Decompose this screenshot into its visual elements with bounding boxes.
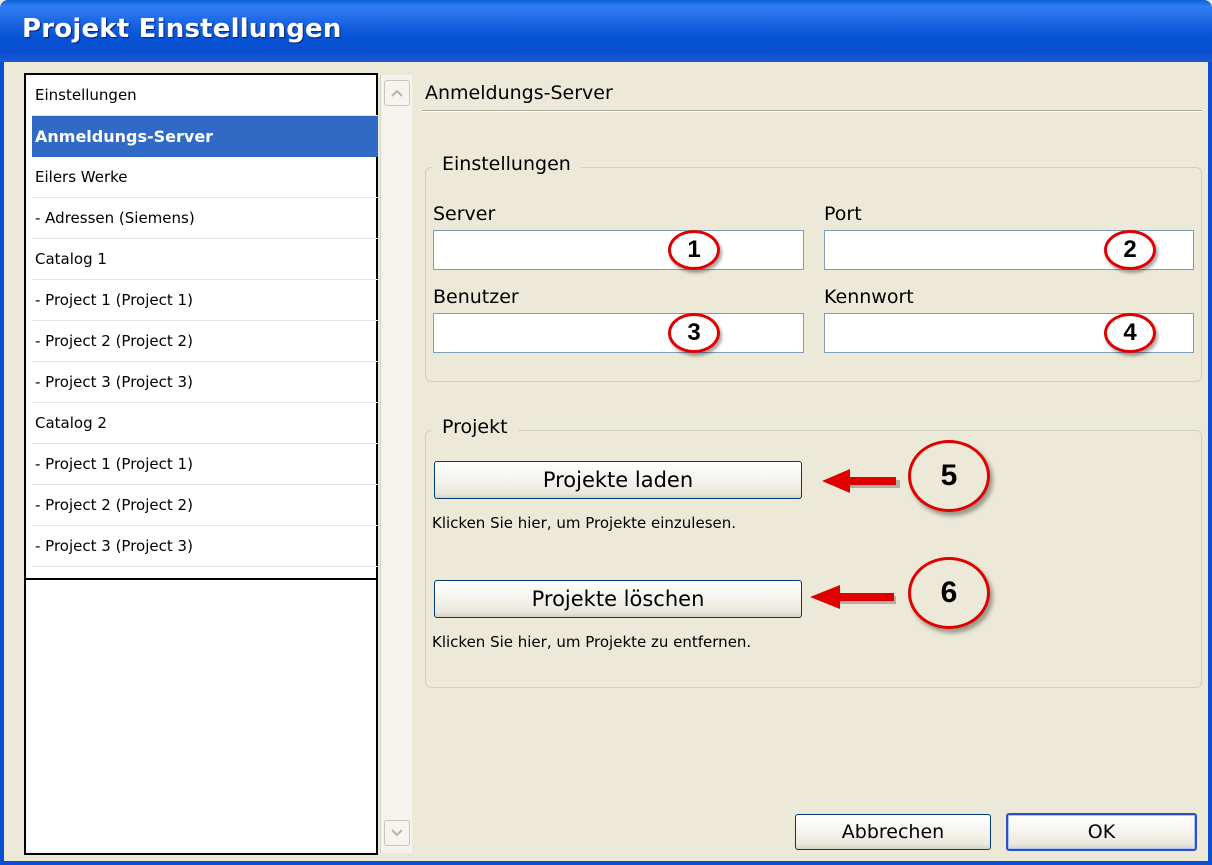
annotation-marker-2: 2 <box>1104 230 1156 270</box>
port-label: Port <box>824 203 862 225</box>
password-label: Kennwort <box>824 286 914 308</box>
user-input[interactable] <box>433 313 804 353</box>
user-label: Benutzer <box>433 286 519 308</box>
nav-item-catalog2-project-1[interactable]: - Project 1 (Project 1) <box>32 444 378 485</box>
nav-item-catalog-2[interactable]: Catalog 2 <box>32 403 378 444</box>
nav-item-catalog2-project-2[interactable]: - Project 2 (Project 2) <box>32 485 378 526</box>
server-label: Server <box>433 203 496 225</box>
nav-item-catalog2-project-3[interactable]: - Project 3 (Project 3) <box>32 526 378 567</box>
nav-item-anmeldungs-server[interactable]: Anmeldungs-Server <box>32 116 378 157</box>
nav-item-catalog1-project-3[interactable]: - Project 3 (Project 3) <box>32 362 378 403</box>
settings-nav-list[interactable]: Einstellungen Anmeldungs-Server Eilers W… <box>24 73 378 855</box>
settings-group-legend: Einstellungen <box>432 153 581 175</box>
page-title: Anmeldungs-Server <box>425 82 613 104</box>
scroll-down-icon[interactable] <box>384 820 410 846</box>
annotation-marker-4: 4 <box>1104 313 1156 353</box>
annotation-marker-6: 6 <box>908 557 990 629</box>
nav-item-eilers-werke[interactable]: Eilers Werke <box>32 157 378 198</box>
load-projects-button[interactable]: Projekte laden <box>434 461 802 499</box>
arrow-left-icon <box>822 469 900 493</box>
server-input[interactable] <box>433 230 804 270</box>
project-group-legend: Projekt <box>432 416 518 438</box>
title-divider-highlight <box>422 111 1202 112</box>
nav-item-adressen[interactable]: - Adressen (Siemens) <box>32 198 378 239</box>
nav-item-catalog1-project-1[interactable]: - Project 1 (Project 1) <box>32 280 378 321</box>
cancel-button[interactable]: Abbrechen <box>795 814 991 850</box>
nav-item-einstellungen[interactable]: Einstellungen <box>32 75 378 116</box>
delete-projects-button[interactable]: Projekte löschen <box>434 580 802 618</box>
window-title: Projekt Einstellungen <box>22 14 342 44</box>
scroll-up-icon[interactable] <box>384 80 410 106</box>
load-projects-hint: Klicken Sie hier, um Projekte einzulesen… <box>432 514 737 532</box>
annotation-marker-3: 3 <box>668 313 720 353</box>
annotation-marker-5: 5 <box>908 440 990 512</box>
nav-scrollbar[interactable] <box>380 75 412 853</box>
nav-item-catalog1-project-2[interactable]: - Project 2 (Project 2) <box>32 321 378 362</box>
annotation-marker-1: 1 <box>668 230 720 270</box>
nav-item-catalog-1[interactable]: Catalog 1 <box>32 239 378 280</box>
title-bar[interactable]: Projekt Einstellungen <box>0 0 1212 62</box>
delete-projects-hint: Klicken Sie hier, um Projekte zu entfern… <box>432 633 752 651</box>
ok-button[interactable]: OK <box>1006 813 1197 851</box>
arrow-left-icon <box>810 585 896 609</box>
nav-list-divider <box>26 578 376 580</box>
